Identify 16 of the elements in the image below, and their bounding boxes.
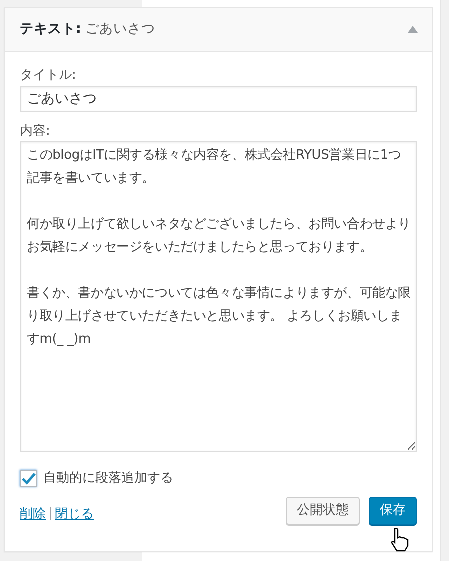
- checkbox-label: 自動的に段落追加する: [44, 470, 174, 488]
- paragraph: 書くか、書かないかについては色々な事情によりますが、可能な限り取り上げさせていただきたいと思います。 よろしくお願いしますm(_ _)m: [27, 285, 411, 349]
- widget-title: テキスト: ごあいさつ: [20, 20, 156, 40]
- save-button[interactable]: 保存: [369, 496, 417, 524]
- field-label: タイトル:: [20, 67, 78, 85]
- delete-link[interactable]: 削除: [20, 504, 46, 524]
- close-link[interactable]: 閉じる: [55, 504, 94, 524]
- paragraph: このblogはITに関する様々な内容を、株式会社RYUS営業日に1つ記事を書いています。: [27, 147, 402, 188]
- title-field[interactable]: ごあいさつ: [20, 86, 417, 112]
- content-field[interactable]: このblogはITに関する様々な内容を、株式会社RYUS営業日に1つ記事を書いています。 何か取り上げて欲しいネタなどございましたら、お問い合わせよりお気軽にメッセージをいただけましたらと思っております。 書くか、書かないかについては色々な事情によりますが、可能な限り取り上げさせていただきたいと思います。 よろしくお願いしますm(_ _)m: [20, 141, 417, 452]
- paragraph: 何か取り上げて欲しいネタなどございましたら、お問い合わせよりお気軽にメッセージをいただけましたらと思っております。: [27, 216, 411, 257]
- link-separator: [50, 507, 51, 520]
- auto-paragraph-checkbox[interactable]: [20, 470, 37, 488]
- visibility-button[interactable]: 公開状態: [286, 496, 360, 524]
- field-label: 内容:: [20, 122, 52, 140]
- collapse-toggle-icon[interactable]: [408, 26, 418, 33]
